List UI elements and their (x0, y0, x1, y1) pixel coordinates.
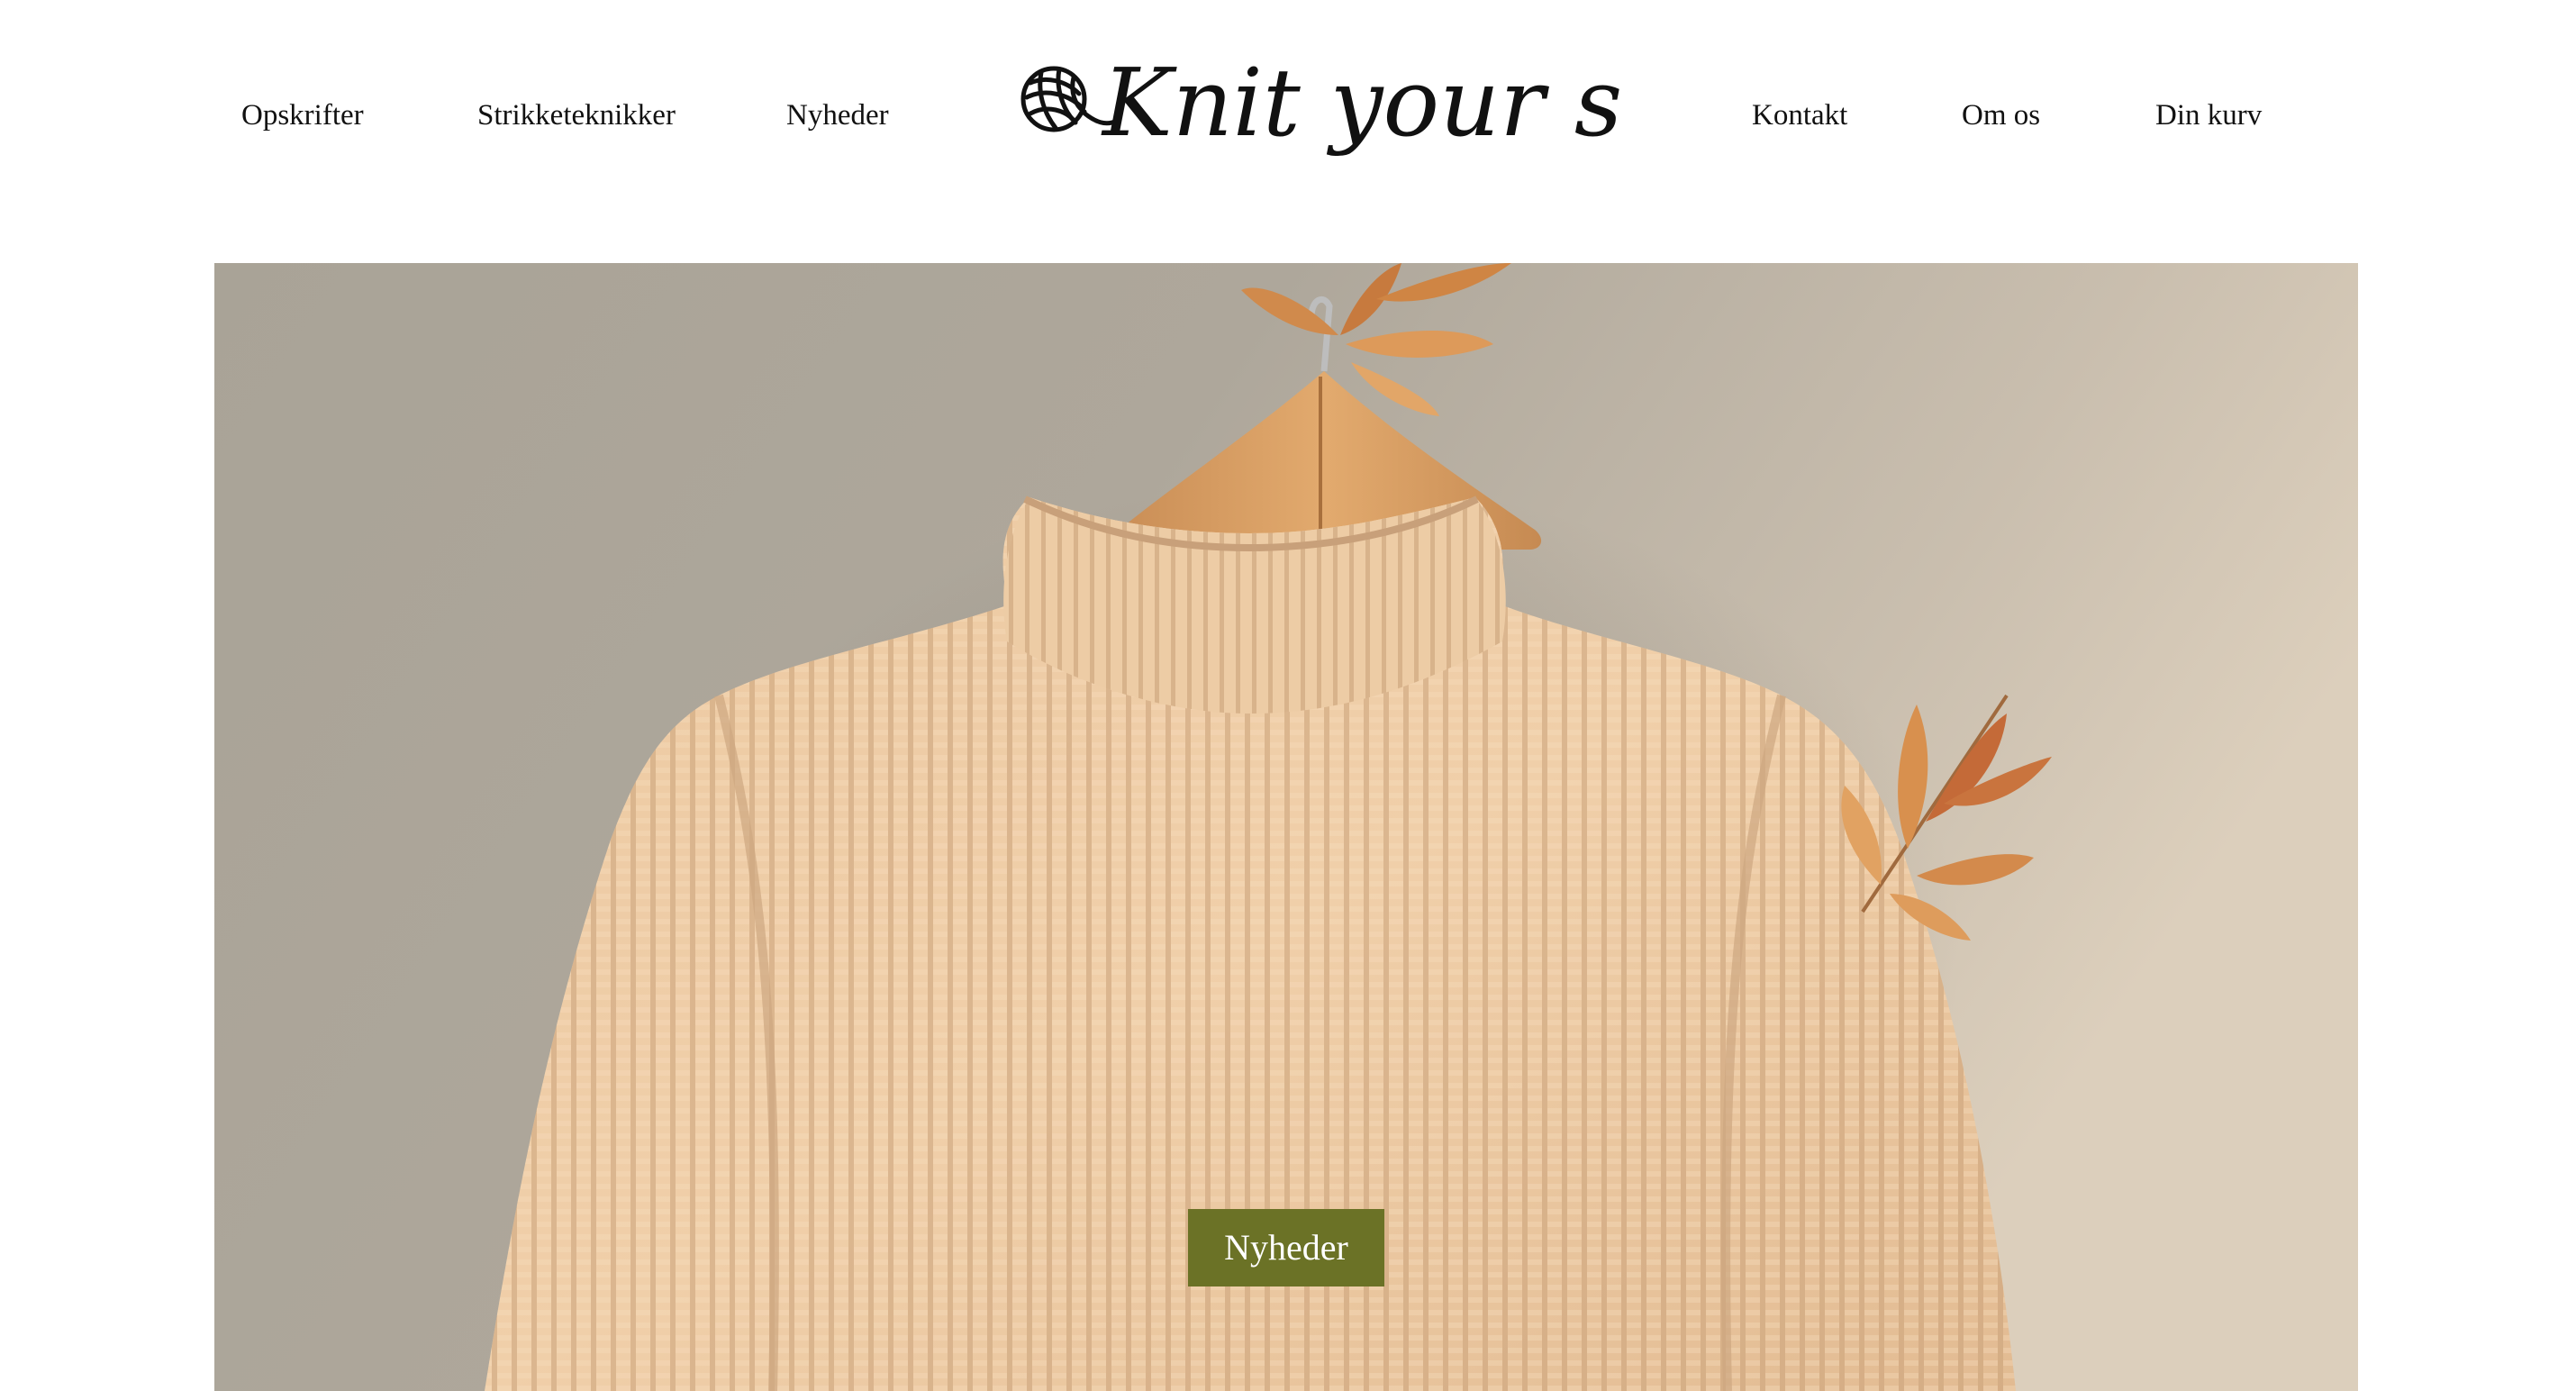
nav-link-nyheder[interactable]: Nyheder (786, 95, 889, 135)
nav-link-kontakt[interactable]: Kontakt (1752, 95, 1847, 135)
site-logo[interactable]: Knit your style (1020, 56, 1628, 200)
hero-banner: Nyheder (214, 263, 2358, 1391)
nav-link-din-kurv[interactable]: Din kurv (2155, 95, 2262, 135)
nav-link-strikketeknikker[interactable]: Strikketeknikker (477, 95, 676, 135)
hero-cta-nyheder-button[interactable]: Nyheder (1188, 1209, 1384, 1286)
nav-link-opskrifter[interactable]: Opskrifter (241, 95, 364, 135)
logo-wordmark: Knit your style (1101, 56, 1628, 158)
site-header: Opskrifter Strikketeknikker Nyheder Knit… (0, 0, 2576, 263)
nav-link-om-os[interactable]: Om os (1962, 95, 2040, 135)
